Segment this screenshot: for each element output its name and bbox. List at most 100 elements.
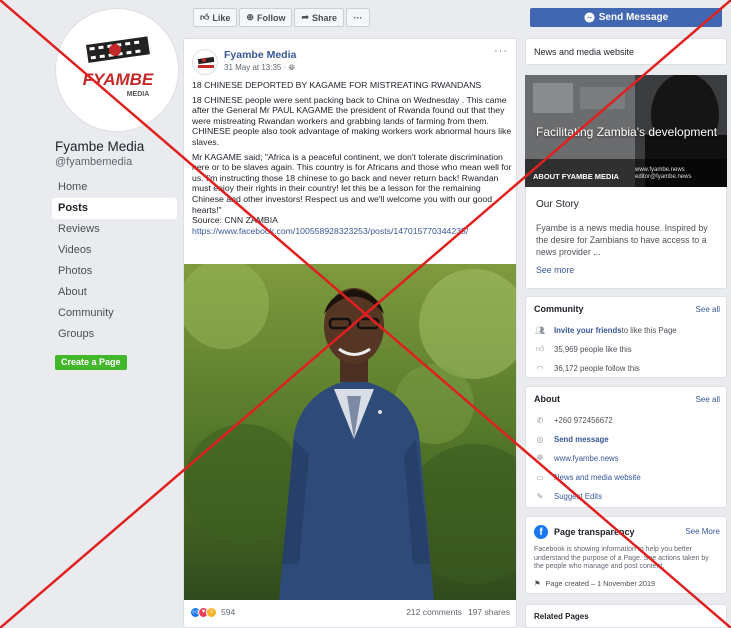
post-author-avatar[interactable]	[192, 49, 218, 75]
page-nav: Home Posts Reviews Videos Photos About C…	[52, 177, 177, 345]
share-icon: ➦	[301, 12, 310, 22]
rss-icon: ◠	[536, 363, 544, 373]
story-text: Fyambe is a news media house. Inspired b…	[536, 223, 708, 257]
fyambe-logo: FYAMBE MEDIA	[83, 36, 154, 98]
story-title: Our Story	[536, 199, 579, 210]
page-created-row: ⚑ Page created – 1 November 2019	[534, 579, 655, 588]
post-timestamp[interactable]: 31 May at 13:35 · 🌐︎	[224, 63, 295, 73]
page-action-bar: 👍︎ Like ⊕ Follow ➦ Share ···	[193, 8, 371, 27]
logo-wordmark: FYAMBE	[83, 70, 154, 89]
nav-item-about[interactable]: About	[52, 282, 177, 303]
cover-caption: ABOUT FYAMBE MEDIA	[533, 172, 619, 181]
post-card: Fyambe Media 31 May at 13:35 · 🌐︎ ··· 18…	[183, 38, 517, 628]
related-pages-title: Related Pages	[534, 612, 589, 621]
about-card: About See all ✆ +260 972456672 ◎ Send me…	[525, 386, 727, 508]
phone-icon: ✆	[536, 415, 544, 425]
nav-item-posts[interactable]: Posts	[52, 198, 177, 219]
more-dots-icon: ···	[353, 12, 363, 23]
post-source: Source: CNN ZAMBIA	[192, 215, 278, 226]
nav-item-photos[interactable]: Photos	[52, 261, 177, 282]
suggest-edits-link[interactable]: Suggest Edits	[554, 492, 602, 501]
send-message-label: Send Message	[598, 12, 669, 23]
like-page-button[interactable]: 👍︎ Like	[193, 8, 238, 27]
post-author-name[interactable]: Fyambe Media	[224, 49, 296, 61]
fyambe-logo-small	[197, 56, 215, 68]
messenger-icon	[584, 12, 595, 23]
follows-count: 36,172 people follow this	[554, 363, 640, 373]
shares-count[interactable]: 197 shares	[468, 607, 510, 617]
likes-count: 35,969 people like this	[554, 344, 632, 354]
likes-row: 👍︎ 35,969 people like this	[534, 343, 632, 355]
tag-icon: ▭	[536, 472, 544, 482]
follow-icon: ⊕	[246, 12, 254, 22]
nav-item-community[interactable]: Community	[52, 303, 177, 324]
suggest-edits-row: ✎ Suggest Edits	[534, 490, 602, 502]
share-label: Share	[312, 12, 338, 23]
about-send-message-link[interactable]: Send message	[554, 435, 609, 444]
transparency-text: Facebook is showing information to help …	[534, 546, 709, 571]
nav-item-groups[interactable]: Groups	[52, 324, 177, 345]
messenger-outline-icon: ◎	[536, 434, 544, 444]
about-see-all-link[interactable]: See all	[696, 395, 720, 404]
related-pages-card: Related Pages	[525, 604, 727, 628]
category-row: ▭ News and media website	[534, 471, 641, 483]
message-row: ◎ Send message	[534, 433, 609, 445]
facebook-icon: f	[534, 525, 548, 539]
globe-icon: 🌐︎	[536, 453, 544, 462]
thumbs-up-icon: 👍︎	[200, 12, 210, 22]
cover-site-email: editor@fyambe.news	[635, 174, 692, 180]
create-page-button[interactable]: Create a Page	[55, 355, 127, 370]
cover-site-info: www.fyambe.news editor@fyambe.news	[635, 167, 691, 181]
post-photo[interactable]	[184, 264, 516, 600]
share-button[interactable]: ➦ Share	[294, 8, 345, 27]
post-time-text: 31 May at 13:35 ·	[224, 63, 289, 72]
post-paragraph-1: 18 CHINESE people were sent packing back…	[192, 94, 512, 147]
cover-title: Facilitating Zambia's development	[536, 125, 718, 139]
post-link[interactable]: https://www.facebook.com/100558928323253…	[192, 226, 512, 237]
cover-site-url: www.fyambe.news	[635, 167, 685, 173]
community-title: Community	[534, 304, 584, 314]
reaction-count[interactable]: 594	[221, 607, 235, 617]
post-body: 18 CHINESE DEPORTED BY KAGAME FOR MISTRE…	[192, 80, 512, 236]
page-created-text: Page created – 1 November 2019	[545, 579, 656, 588]
community-card: Community See all 👥︎ Invite your friends…	[525, 296, 727, 378]
page-handle[interactable]: @fyambemedia	[55, 156, 132, 168]
follow-label: Follow	[256, 12, 286, 23]
phone-row: ✆ +260 972456672	[534, 414, 613, 426]
post-engagement-bar: 👍︎ ♥ ☺ 594 212 comments 197 shares	[190, 605, 510, 619]
follow-button[interactable]: ⊕ Follow	[239, 8, 293, 27]
pencil-icon: ✎	[536, 491, 544, 501]
story-see-more-link[interactable]: See more	[536, 265, 574, 275]
phone-number[interactable]: +260 972456672	[554, 416, 613, 425]
transparency-title: Page transparency	[554, 527, 635, 537]
nav-item-videos[interactable]: Videos	[52, 240, 177, 261]
page-transparency-card: f Page transparency See More Facebook is…	[525, 516, 727, 594]
website-link[interactable]: www.fyambe.news	[554, 454, 619, 463]
about-title: About	[534, 394, 560, 404]
comments-count[interactable]: 212 comments	[406, 607, 462, 617]
category-card[interactable]: News and media website	[525, 38, 727, 65]
community-see-all-link[interactable]: See all	[696, 305, 720, 314]
category-link[interactable]: News and media website	[554, 473, 641, 482]
page-title[interactable]: Fyambe Media	[55, 139, 144, 154]
invite-friends-rest: to like this Page	[621, 325, 677, 335]
like-label: Like	[212, 12, 231, 23]
nav-item-home[interactable]: Home	[52, 177, 177, 198]
logo-subtext: MEDIA	[127, 91, 150, 98]
left-sidebar: FYAMBE MEDIA Fyambe Media @fyambemedia H…	[0, 0, 185, 628]
story-cover-image[interactable]: Facilitating Zambia's development ABOUT …	[525, 75, 727, 187]
invite-friends-link[interactable]: Invite your friends	[554, 326, 622, 335]
people-icon: 👥︎	[534, 325, 546, 335]
more-options-button[interactable]: ···	[346, 8, 371, 27]
thumbs-up-outline-icon: 👍︎	[535, 344, 545, 353]
transparency-see-more-link[interactable]: See More	[685, 527, 720, 536]
our-story-card: Our Story Fyambe is a news media house. …	[525, 187, 727, 289]
page-avatar[interactable]: FYAMBE MEDIA	[55, 8, 179, 132]
nav-item-reviews[interactable]: Reviews	[52, 219, 177, 240]
send-message-button[interactable]: Send Message	[530, 8, 722, 27]
flag-icon: ⚑	[534, 579, 541, 588]
reaction-icons[interactable]: 👍︎ ♥ ☺	[190, 606, 217, 618]
post-menu-button[interactable]: ···	[494, 45, 508, 57]
haha-reaction-icon: ☺	[206, 606, 217, 618]
post-headline: 18 CHINESE DEPORTED BY KAGAME FOR MISTRE…	[192, 80, 482, 90]
